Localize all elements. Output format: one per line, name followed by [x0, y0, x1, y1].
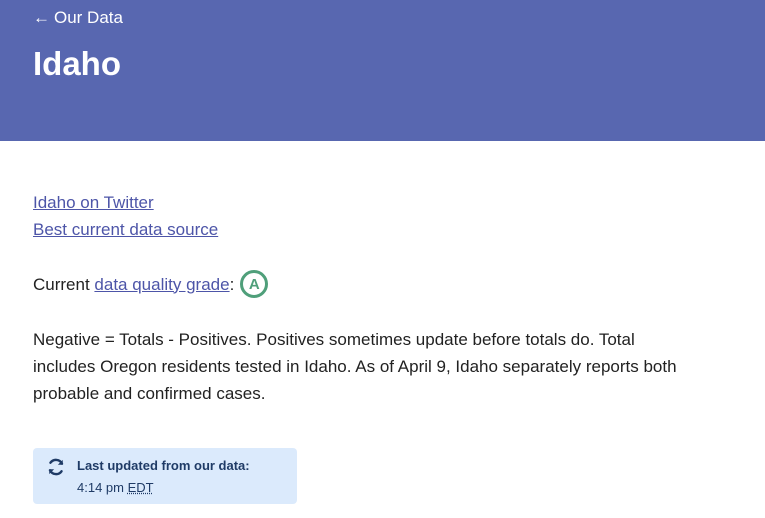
back-link-label: Our Data	[54, 8, 123, 27]
back-arrow-icon: ←	[33, 8, 50, 27]
last-updated-time: 4:14 pm EDT	[77, 479, 250, 496]
main-content: Idaho on Twitter Best current data sourc…	[0, 141, 765, 504]
timezone-abbr: EDT	[127, 480, 154, 495]
page-title: Idaho	[33, 45, 121, 82]
state-notes: Negative = Totals - Positives. Positives…	[33, 330, 677, 403]
state-links: Idaho on Twitter Best current data sourc…	[33, 189, 732, 243]
last-updated-text: Last updated from our data: 4:14 pm EDT	[77, 457, 250, 496]
updated-time-value: 4:14 pm	[77, 480, 124, 495]
grade-prefix: Current	[33, 274, 90, 294]
grade-badge: A	[240, 270, 269, 298]
last-updated-box: Last updated from our data: 4:14 pm EDT	[33, 448, 297, 504]
data-source-link[interactable]: Best current data source	[33, 216, 218, 243]
page-header: ← Our Data Idaho	[0, 0, 765, 141]
twitter-link[interactable]: Idaho on Twitter	[33, 189, 154, 216]
data-quality-grade-link[interactable]: data quality grade	[94, 271, 229, 298]
last-updated-title: Last updated from our data:	[77, 458, 250, 473]
grade-colon: :	[229, 274, 235, 294]
data-quality-grade-line: Current data quality grade: A	[33, 270, 732, 298]
back-link-our-data[interactable]: ← Our Data	[33, 6, 123, 30]
refresh-icon	[48, 458, 64, 476]
